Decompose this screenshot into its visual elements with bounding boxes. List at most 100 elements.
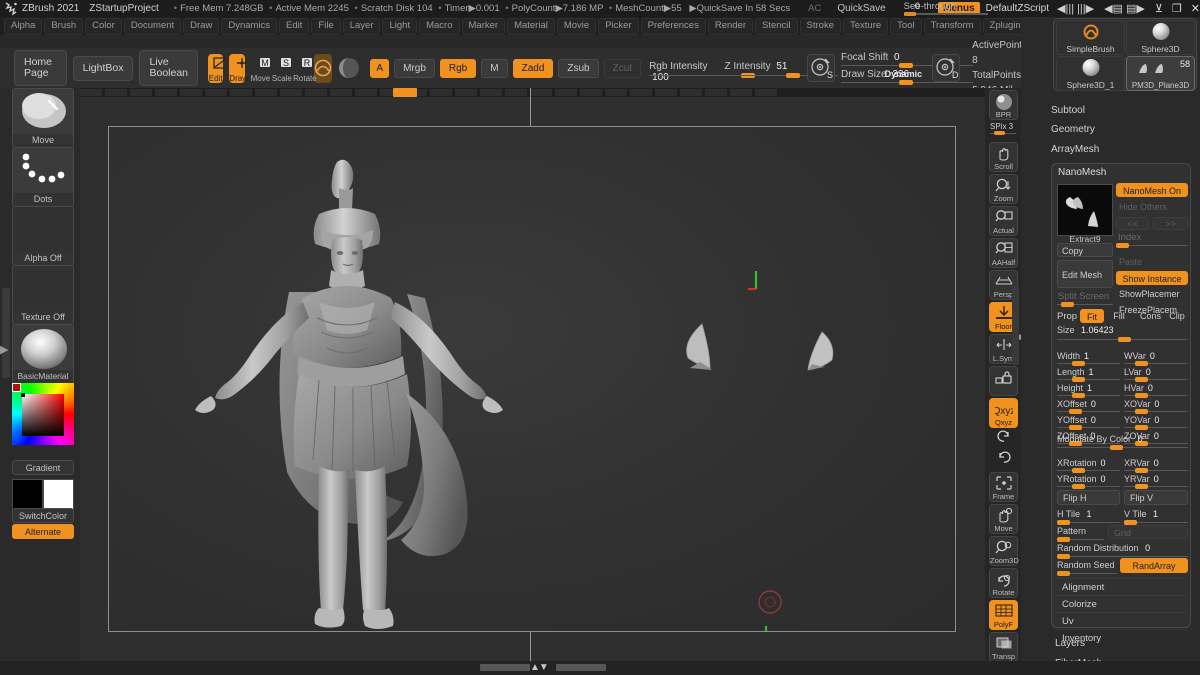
rotate-mode-button[interactable]: R Rotate	[293, 54, 308, 83]
stroke-swatch[interactable]: Dots	[12, 147, 74, 207]
draw-size-s-button[interactable]: S	[807, 54, 835, 82]
z-intensity-knob[interactable]	[786, 73, 800, 78]
fill-button[interactable]: Fill	[1107, 309, 1131, 323]
spix-knob[interactable]	[994, 131, 1005, 135]
index-prev-button[interactable]: <<	[1116, 217, 1149, 230]
window-dock-controls[interactable]: ◀▤ ▤▶	[1104, 2, 1145, 15]
cons-button[interactable]: Cons	[1136, 309, 1165, 323]
rgb-button[interactable]: Rgb	[440, 59, 476, 78]
minimize-icon[interactable]: ⊻	[1155, 2, 1163, 15]
scale-mode-button[interactable]: S Scale	[272, 54, 287, 83]
rotate-cw-button[interactable]	[989, 451, 1018, 470]
draw-size-knob[interactable]	[899, 80, 913, 85]
texture-swatch[interactable]: Texture Off	[12, 265, 74, 325]
shelf-tabs[interactable]	[80, 89, 780, 96]
quicksave-button[interactable]: QuickSave	[837, 3, 885, 14]
clip-button[interactable]: Clip	[1166, 309, 1188, 323]
height-knob[interactable]	[1072, 393, 1085, 398]
index-knob[interactable]	[1116, 243, 1129, 248]
menu-item-edit[interactable]: Edit	[279, 18, 309, 35]
pattern-knob[interactable]	[1057, 537, 1070, 542]
menu-item-dynamics[interactable]: Dynamics	[221, 18, 277, 35]
modulate-knob[interactable]	[1110, 445, 1123, 450]
z-intensity-slider[interactable]: Z Intensity 51	[724, 53, 795, 83]
index-next-button[interactable]: >>	[1153, 217, 1188, 230]
nanomesh-on-button[interactable]: NanoMesh On	[1116, 183, 1188, 197]
hvar-knob[interactable]	[1135, 393, 1148, 398]
focal-shift-slider[interactable]: Focal Shift 0	[841, 52, 900, 63]
xrvar-row[interactable]: XRVar0	[1124, 458, 1159, 468]
draw-size-d-button[interactable]: D	[932, 54, 960, 82]
sphere-render-button[interactable]: BPR	[989, 90, 1018, 120]
left-tray-expand-icon[interactable]: ▶	[0, 343, 8, 356]
lock-transform-button[interactable]	[989, 366, 1018, 396]
restore-icon[interactable]: ❐	[1172, 2, 1182, 15]
shelf-active-tab[interactable]	[393, 88, 417, 97]
canvas-scroll-arrows-icon[interactable]: ▲▼	[530, 662, 548, 673]
pattern-label[interactable]: Pattern	[1057, 526, 1086, 536]
edit-mode-button[interactable]: Edit	[208, 54, 223, 83]
menu-item-render[interactable]: Render	[708, 18, 753, 35]
live-boolean-button[interactable]: Live Boolean	[139, 50, 198, 86]
menu-item-light[interactable]: Light	[382, 18, 417, 35]
right-tray-scroll[interactable]	[1012, 285, 1019, 365]
size-row[interactable]: Size 1.06423	[1057, 325, 1114, 335]
random-seed-label[interactable]: Random Seed	[1057, 560, 1115, 570]
random-distribution-knob[interactable]	[1057, 554, 1070, 559]
yrvar-row[interactable]: YRVar0	[1124, 474, 1159, 484]
length-row[interactable]: Length1	[1057, 367, 1094, 377]
move-hand-button[interactable]: Move	[989, 504, 1018, 534]
m-button[interactable]: M	[481, 59, 507, 78]
height-row[interactable]: Height1	[1057, 383, 1092, 393]
close-icon[interactable]: ✕	[1191, 2, 1200, 15]
nanomesh-list-item-uv[interactable]: Uv	[1056, 612, 1187, 629]
current-brush-swatch[interactable]: Move	[12, 88, 74, 148]
wvar-row[interactable]: WVar0	[1124, 351, 1155, 361]
color-current-marker[interactable]	[12, 383, 21, 392]
nanomesh-title[interactable]: NanoMesh	[1058, 167, 1106, 178]
see-through-slider[interactable]: See-through 0	[904, 1, 930, 16]
polyframe-button[interactable]: PolyF	[989, 600, 1018, 630]
switch-color-button[interactable]: SwitchColor	[12, 508, 74, 523]
yovar-row[interactable]: YOVar0	[1124, 415, 1159, 425]
size-knob[interactable]	[1118, 337, 1131, 342]
canvas-scroll-right[interactable]	[556, 664, 606, 671]
xovar-row[interactable]: XOVar0	[1124, 399, 1159, 409]
zscript-prev-icon[interactable]: ◀|||	[1057, 2, 1074, 15]
zscript-next-icon[interactable]: |||▶	[1077, 2, 1094, 15]
section-arraymesh[interactable]: ArrayMesh	[1051, 144, 1099, 155]
nanomesh-list-item-alignment[interactable]: Alignment	[1056, 578, 1187, 595]
menu-item-draw[interactable]: Draw	[183, 18, 219, 35]
menu-item-brush[interactable]: Brush	[44, 18, 83, 35]
tool-simplebrush[interactable]: SimpleBrush	[1056, 20, 1125, 55]
width-knob[interactable]	[1072, 361, 1085, 366]
wvar-knob[interactable]	[1135, 361, 1148, 366]
zscript-nav[interactable]: ◀||| |||▶	[1057, 2, 1094, 15]
nanomesh-wing-instances[interactable]	[684, 322, 844, 392]
document-frame[interactable]	[108, 126, 956, 632]
menu-item-texture[interactable]: Texture	[843, 18, 888, 35]
nanomesh-preview[interactable]	[1057, 184, 1113, 236]
menu-item-layer[interactable]: Layer	[343, 18, 381, 35]
copy-button[interactable]: Copy	[1057, 243, 1113, 257]
red-circle-marker[interactable]	[757, 589, 783, 615]
width-row[interactable]: Width1	[1057, 351, 1089, 361]
hand-scroll-button[interactable]: Scroll	[989, 142, 1018, 172]
xovar-knob[interactable]	[1135, 409, 1148, 414]
fit-button[interactable]: Fit	[1080, 309, 1104, 323]
draw-mode-button[interactable]: Draw	[229, 54, 244, 83]
menu-item-marker[interactable]: Marker	[462, 18, 506, 35]
show-instance-button[interactable]: Show Instance	[1116, 271, 1188, 285]
zsub-button[interactable]: Zsub	[558, 59, 598, 78]
menu-item-transform[interactable]: Transform	[924, 18, 981, 35]
home-page-button[interactable]: Home Page	[14, 50, 67, 86]
window-controls[interactable]: ⊻ ❐ ✕	[1155, 2, 1200, 15]
edit-mesh-button[interactable]: Edit Mesh	[1057, 260, 1113, 288]
menu-item-file[interactable]: File	[311, 18, 340, 35]
section-geometry[interactable]: Geometry	[1051, 124, 1095, 135]
menu-item-stroke[interactable]: Stroke	[800, 18, 841, 35]
modulate-row[interactable]: Modulate By Color 0	[1057, 434, 1143, 444]
move-mode-button[interactable]: M Move	[251, 54, 266, 83]
tool-sphere3d-1[interactable]: Sphere3D_1	[1056, 56, 1125, 91]
hide-others-button[interactable]: Hide Others	[1116, 200, 1188, 214]
